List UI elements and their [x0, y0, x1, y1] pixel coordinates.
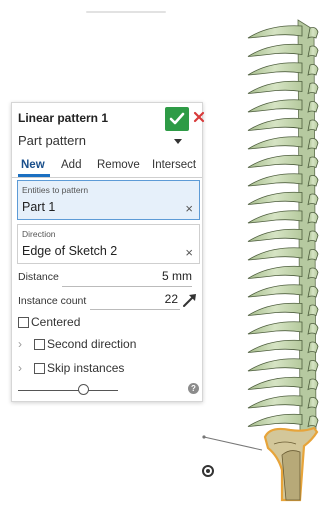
- pattern-rib: [247, 80, 303, 94]
- pattern-rib: [247, 25, 303, 39]
- close-icon: [193, 111, 205, 123]
- centered-label: Centered: [31, 315, 81, 329]
- pattern-rib-side: [307, 156, 319, 169]
- entities-to-pattern-field[interactable]: Entities to pattern Part 1 ×: [17, 180, 200, 220]
- pattern-rib-side: [307, 304, 319, 317]
- pattern-rib-side: [307, 286, 319, 298]
- pattern-rib-side: [307, 193, 319, 206]
- pattern-rib-side: [307, 101, 319, 113]
- pattern-rib-side: [307, 378, 319, 391]
- skip-instances-label: Skip instances: [47, 361, 125, 375]
- slider-handle[interactable]: [78, 384, 89, 395]
- pattern-rib-side: [307, 397, 319, 409]
- chevron-right-icon[interactable]: ›: [18, 361, 22, 375]
- pattern-rib-side: [307, 119, 319, 132]
- pattern-rib-side: [307, 82, 319, 95]
- pattern-rib-side: [307, 64, 319, 76]
- pattern-rib: [247, 136, 303, 150]
- direction-value[interactable]: Edge of Sketch 2: [22, 244, 117, 258]
- second-direction-checkbox[interactable]: [34, 339, 45, 350]
- pattern-rib: [247, 413, 303, 427]
- pattern-rib-side: [307, 267, 319, 280]
- pattern-rib: [247, 321, 303, 335]
- linear-pattern-dialog: Linear pattern 1 Part pattern New Add Re…: [11, 102, 206, 402]
- pattern-rib-side: [307, 415, 319, 428]
- entities-value[interactable]: Part 1: [22, 200, 55, 214]
- direction-arrow-icon[interactable]: [182, 292, 198, 308]
- tab-add[interactable]: Add: [61, 159, 81, 171]
- cancel-button[interactable]: [192, 109, 206, 127]
- tab-new[interactable]: New: [21, 159, 45, 171]
- entities-label: Entities to pattern: [22, 185, 89, 195]
- clear-icon[interactable]: ×: [185, 245, 193, 260]
- pattern-rib-side: [307, 249, 319, 261]
- pattern-rib: [247, 99, 303, 113]
- pattern-rib-side: [307, 323, 319, 335]
- pattern-rib-side: [307, 45, 319, 58]
- pattern-rib: [247, 117, 303, 131]
- tab-remove[interactable]: Remove: [97, 159, 140, 171]
- pattern-rib: [247, 62, 303, 76]
- pattern-rib: [247, 191, 303, 205]
- instance-count-label: Instance count: [18, 295, 87, 307]
- origin-icon: [202, 465, 214, 477]
- tab-intersect[interactable]: Intersect: [152, 159, 196, 171]
- pattern-rib: [247, 376, 303, 390]
- pattern-rib-side: [307, 175, 319, 187]
- help-icon[interactable]: ?: [188, 383, 199, 394]
- pattern-rib: [247, 43, 303, 57]
- pattern-type-select[interactable]: Part pattern: [18, 133, 192, 151]
- chevron-right-icon[interactable]: ›: [18, 337, 22, 351]
- chevron-down-icon: [174, 139, 182, 144]
- pattern-rib: [247, 210, 303, 224]
- pattern-rib: [247, 358, 303, 372]
- pattern-rib: [247, 228, 303, 242]
- part-geometry[interactable]: [190, 0, 325, 507]
- distance-underline: [62, 286, 192, 287]
- pattern-rib: [247, 284, 303, 298]
- dialog-title: Linear pattern 1: [18, 111, 109, 125]
- pattern-rib-side: [307, 212, 319, 224]
- pattern-rib-side: [307, 138, 319, 150]
- pattern-type-value: Part pattern: [18, 133, 86, 148]
- pattern-rib-side: [307, 341, 319, 354]
- pattern-rib: [247, 154, 303, 168]
- slider-track[interactable]: [18, 390, 118, 391]
- pattern-rib: [247, 395, 303, 409]
- check-icon: [169, 112, 185, 125]
- active-tab-indicator: [18, 174, 50, 177]
- clear-icon[interactable]: ×: [185, 201, 193, 216]
- drag-handle[interactable]: [86, 11, 166, 13]
- accept-button[interactable]: [165, 107, 189, 131]
- pattern-rib: [247, 173, 303, 187]
- distance-label: Distance: [18, 271, 59, 283]
- pattern-rib-side: [307, 230, 319, 243]
- operation-tabs: New Add Remove Intersect: [12, 155, 202, 178]
- centered-checkbox[interactable]: [18, 317, 29, 328]
- pattern-rib: [247, 265, 303, 279]
- skip-instances-checkbox[interactable]: [34, 363, 45, 374]
- instance-count-input[interactable]: 22: [132, 292, 178, 306]
- pattern-rib: [247, 339, 303, 353]
- direction-field[interactable]: Direction Edge of Sketch 2 ×: [17, 224, 200, 264]
- pattern-rib: [247, 247, 303, 261]
- second-direction-label: Second direction: [47, 337, 137, 351]
- distance-input[interactable]: 5 mm: [122, 269, 192, 283]
- direction-label: Direction: [22, 229, 56, 239]
- pattern-rib-side: [307, 360, 319, 372]
- pattern-rib: [247, 302, 303, 316]
- pattern-rib-side: [307, 27, 319, 39]
- instance-count-underline: [90, 309, 180, 310]
